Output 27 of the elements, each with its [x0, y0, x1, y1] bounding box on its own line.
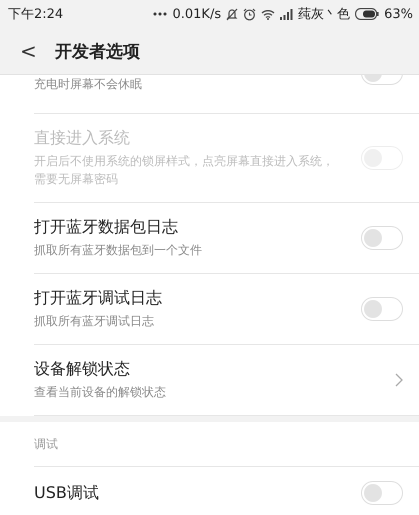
setting-description: 抓取所有蓝牙数据包到一个文件 — [34, 242, 203, 259]
setting-description: 抓取所有蓝牙调试日志 — [34, 313, 155, 330]
toggle-switch[interactable] — [361, 481, 403, 505]
signal-icon — [280, 8, 294, 20]
network-speed: 0.01K/s — [172, 6, 222, 22]
setting-title: 打开蓝牙数据包日志 — [34, 217, 179, 238]
page-title: 开发者选项 — [54, 40, 140, 62]
setting-description: 充电时屏幕不会休眠 — [34, 76, 143, 93]
more-icon — [153, 12, 168, 16]
setting-title: USB调试 — [34, 482, 100, 504]
setting-title: 设备解锁状态 — [34, 359, 131, 380]
chevron-right-icon[interactable] — [395, 373, 403, 387]
setting-description: 查看当前设备的解锁状态 — [34, 384, 167, 401]
back-button[interactable]: < — [20, 39, 37, 63]
setting-title: 打开蓝牙调试日志 — [34, 288, 163, 309]
alarm-icon — [243, 8, 256, 20]
toggle-switch[interactable] — [361, 297, 403, 321]
setting-title: 直接进入系统 — [34, 128, 131, 149]
battery-icon — [355, 8, 380, 20]
battery-percent: 63% — [384, 6, 413, 22]
wifi-icon — [261, 8, 276, 20]
mute-bell-icon — [226, 8, 238, 20]
section-header: 调试 — [34, 422, 419, 467]
status-time: 下午2:24 — [8, 6, 64, 23]
setting-description: 开启后不使用系统的锁屏样式，点亮屏幕直接进入系统，需要无屏幕密码 — [34, 153, 335, 188]
toggle-switch[interactable] — [361, 226, 403, 250]
carrier-name: 莼灰丶色 — [298, 6, 350, 23]
